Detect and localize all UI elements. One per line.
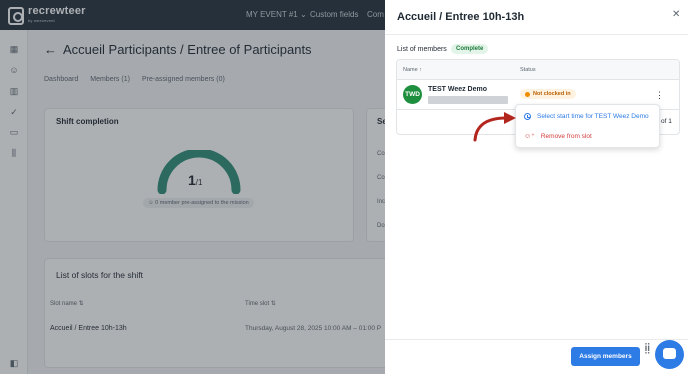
- clock-icon: [524, 113, 531, 120]
- status-badge: Not clocked in: [520, 89, 576, 99]
- more-options-icon[interactable]: ⋮: [655, 89, 664, 101]
- assign-members-button[interactable]: Assign members: [571, 347, 640, 366]
- name-column-header[interactable]: Name ↑: [403, 67, 422, 73]
- table-header: Name ↑ Status: [397, 60, 679, 80]
- select-start-time-menu-item[interactable]: Select start time for TEST Weez Demo: [524, 113, 649, 120]
- slot-drawer: Accueil / Entree 10h-13h ✕ List of membe…: [385, 0, 688, 374]
- member-context-menu: Select start time for TEST Weez Demo ☺⁺ …: [515, 104, 660, 148]
- divider: [385, 34, 688, 35]
- chat-icon: [663, 348, 676, 359]
- pagination: of 1: [661, 118, 672, 125]
- remove-from-slot-menu-item[interactable]: ☺⁺ Remove from slot: [524, 132, 592, 141]
- footer-divider: [385, 339, 688, 340]
- member-name: TEST Weez Demo: [428, 86, 487, 93]
- page: recrewteer by weezevent MY EVENT #1 ⌄ Cu…: [0, 0, 688, 374]
- modal-overlay[interactable]: [0, 0, 385, 374]
- complete-badge: Complete: [451, 44, 489, 54]
- avatar: TWD: [403, 85, 422, 104]
- list-of-members-label: List of members: [397, 46, 447, 53]
- redacted-email: [428, 96, 508, 104]
- remove-user-icon: ☺⁺: [524, 133, 535, 140]
- chat-support-button[interactable]: [655, 340, 684, 369]
- status-dot-icon: [525, 91, 530, 97]
- close-icon[interactable]: ✕: [672, 10, 682, 20]
- drawer-title: Accueil / Entree 10h-13h: [397, 11, 525, 23]
- annotation-arrow: [473, 112, 516, 142]
- status-column-header: Status: [520, 67, 536, 73]
- drag-handle-icon[interactable]: ⠿ ⠿: [644, 343, 652, 359]
